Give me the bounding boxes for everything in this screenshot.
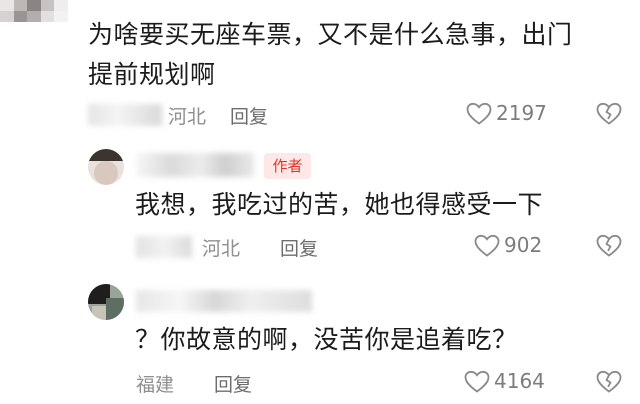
- comment-3: ？你故意的啊，没苦你是追着吃？ 福建 回复 4164: [0, 276, 640, 404]
- heart-icon: [464, 370, 490, 393]
- location-label: 福建: [136, 374, 175, 396]
- avatar[interactable]: [88, 149, 124, 185]
- location-label: 河北: [202, 238, 241, 260]
- comment-text: ？你故意的啊，没苦你是追着吃？: [135, 325, 518, 354]
- avatar[interactable]: [0, 0, 68, 22]
- reply-button[interactable]: 回复: [230, 102, 268, 129]
- redacted-username: [136, 290, 312, 312]
- avatar[interactable]: [88, 284, 124, 320]
- dislike-button[interactable]: [596, 234, 622, 258]
- broken-heart-icon: [596, 102, 622, 125]
- comment-text: 为啥要买无座车票，又不是什么急事，出门 提前规划啊: [88, 18, 628, 92]
- location-label: 河北: [168, 106, 207, 128]
- like-count: 4164: [494, 369, 545, 393]
- reply-button[interactable]: 回复: [280, 234, 318, 261]
- comment-text-line: 提前规划啊: [88, 60, 216, 89]
- like-button[interactable]: 902: [474, 233, 554, 259]
- redacted-info: [136, 236, 192, 258]
- broken-heart-icon: [596, 234, 622, 257]
- comment-2: 作者 我想，我吃过的苦，她也得感受一下 河北 回复 902: [0, 140, 640, 270]
- redacted-username: [136, 153, 254, 177]
- comment-text-line: 为啥要买无座车票，又不是什么急事，出门: [88, 20, 573, 49]
- heart-icon: [474, 234, 500, 257]
- comment-1: 为啥要买无座车票，又不是什么急事，出门 提前规划啊 河北 回复 2197: [0, 0, 640, 140]
- like-count: 902: [504, 233, 543, 257]
- like-button[interactable]: 4164: [464, 369, 554, 395]
- author-badge: 作者: [264, 153, 311, 179]
- heart-icon: [466, 102, 492, 125]
- dislike-button[interactable]: [596, 370, 622, 394]
- comment-text: 我想，我吃过的苦，她也得感受一下: [135, 190, 544, 219]
- reply-button[interactable]: 回复: [214, 370, 252, 397]
- dislike-button[interactable]: [596, 102, 622, 126]
- redacted-info: [88, 104, 162, 126]
- like-button[interactable]: 2197: [466, 101, 556, 127]
- like-count: 2197: [496, 101, 547, 125]
- broken-heart-icon: [596, 370, 622, 393]
